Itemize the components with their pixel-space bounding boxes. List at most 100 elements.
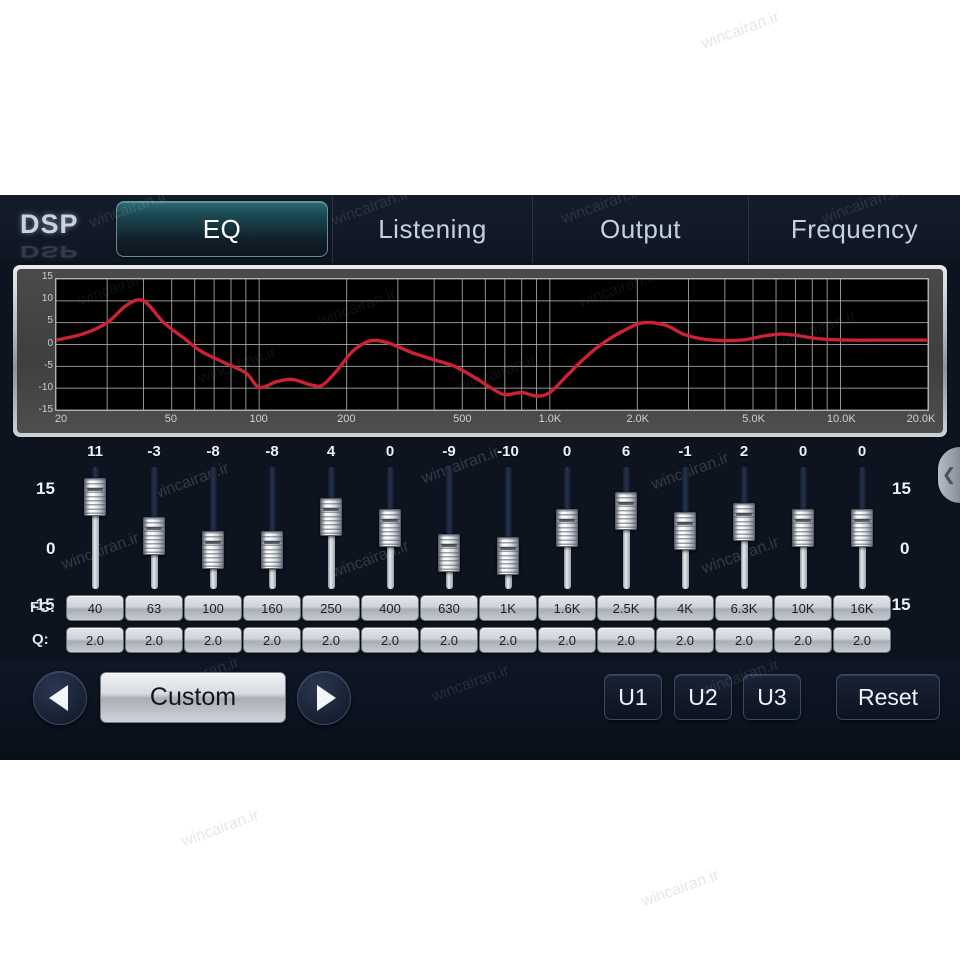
slider-thumb[interactable] xyxy=(792,509,814,547)
q-cell[interactable]: 2.0 xyxy=(597,627,655,653)
bottom-toolbar: Custom U1 U2 U3 Reset wincairan.ir winca… xyxy=(0,654,960,760)
q-cell[interactable]: 2.0 xyxy=(243,627,301,653)
user-preset-u2-button[interactable]: U2 xyxy=(674,674,732,720)
q-row: Q: 2.0 2.0 2.0 2.0 2.0 2.0 2.0 2.0 2.0 2.0 2.0 2.0 2… xyxy=(0,627,960,655)
q-cell[interactable]: 2.0 xyxy=(656,627,714,653)
user-preset-u2-label: U2 xyxy=(688,683,718,710)
scale-label-mid-right: 0 xyxy=(900,539,910,558)
slider-thumb[interactable] xyxy=(84,478,106,517)
graph-plot-area[interactable] xyxy=(55,278,929,411)
slider-thumb[interactable] xyxy=(143,517,165,556)
scale-label-top-left: 15 xyxy=(36,479,55,498)
fc-cell[interactable]: 160 xyxy=(243,595,301,621)
fc-cell[interactable]: 630 xyxy=(420,595,478,621)
fc-cell[interactable]: 2.5K xyxy=(597,595,655,621)
slider-value-label: 11 xyxy=(87,443,103,460)
preset-next-button[interactable] xyxy=(297,671,351,725)
chevron-left-icon: ❮ xyxy=(941,465,957,484)
graph-x-tick: 1.0K xyxy=(538,413,562,425)
fc-row-label: FC: xyxy=(30,599,55,616)
q-cell[interactable]: 2.0 xyxy=(538,627,596,653)
eq-slider-1k[interactable] xyxy=(493,467,523,589)
dsp-logo-text: DSP xyxy=(20,209,79,239)
slider-value-label: -3 xyxy=(147,443,161,460)
fc-cell[interactable]: 63 xyxy=(125,595,183,621)
graph-inner: 15 10 5 0 -5 -10 -15 20 50 100 200 500 1.0K 2.0K 5.0K… xyxy=(17,269,943,433)
preset-prev-button[interactable] xyxy=(33,671,87,725)
slider-thumb[interactable] xyxy=(497,537,519,575)
fc-cell[interactable]: 6.3K xyxy=(715,595,773,621)
slider-thumb[interactable] xyxy=(261,531,283,570)
user-preset-u1-button[interactable]: U1 xyxy=(604,674,662,720)
fc-cell[interactable]: 400 xyxy=(361,595,419,621)
tab-frequency-label: Frequency xyxy=(790,213,919,244)
fc-cell[interactable]: 1.6K xyxy=(538,595,596,621)
eq-slider-16k[interactable] xyxy=(847,467,877,589)
fc-cell[interactable]: 1K xyxy=(479,595,537,621)
eq-slider-160[interactable] xyxy=(257,467,287,589)
eq-slider-630[interactable] xyxy=(434,467,464,589)
eq-slider-bank: 15 0 -15 15 0 -15 wincairan.ir wincairan… xyxy=(0,443,960,614)
tab-eq[interactable]: EQ xyxy=(116,201,328,257)
slider-value-label: 6 xyxy=(621,443,631,460)
slider-thumb[interactable] xyxy=(851,509,873,547)
q-cell[interactable]: 2.0 xyxy=(715,627,773,653)
slider-thumb[interactable] xyxy=(556,509,578,547)
eq-slider-40[interactable] xyxy=(80,467,110,589)
eq-slider-63[interactable] xyxy=(139,467,169,589)
fc-cell[interactable]: 16K xyxy=(833,595,891,621)
fc-cell[interactable]: 10K xyxy=(774,595,832,621)
dsp-logo: DSP DSP xyxy=(20,209,116,261)
eq-slider-1.6k[interactable] xyxy=(552,467,582,589)
q-cell[interactable]: 2.0 xyxy=(420,627,478,653)
slider-value-label: -8 xyxy=(206,443,220,460)
slider-thumb[interactable] xyxy=(320,497,342,536)
q-cell[interactable]: 2.0 xyxy=(774,627,832,653)
eq-slider-10k[interactable] xyxy=(788,467,818,589)
slider-thumb[interactable] xyxy=(202,531,224,570)
graph-x-tick: 2.0K xyxy=(626,413,649,425)
reset-button[interactable]: Reset xyxy=(836,674,940,720)
q-cell[interactable]: 2.0 xyxy=(302,627,360,653)
eq-response-graph: 15 10 5 0 -5 -10 -15 20 50 100 200 500 1.0K 2.0K 5.0K… xyxy=(13,265,947,437)
tab-output[interactable]: Output xyxy=(532,195,748,263)
fc-cell[interactable]: 40 xyxy=(66,595,124,621)
fc-cell[interactable]: 250 xyxy=(302,595,360,621)
graph-x-tick: 20.0K xyxy=(906,413,936,425)
eq-slider-6.3k[interactable] xyxy=(729,467,759,589)
slider-thumb[interactable] xyxy=(733,503,755,542)
slider-thumb[interactable] xyxy=(674,511,696,550)
q-cell[interactable]: 2.0 xyxy=(361,627,419,653)
slider-value-label: -9 xyxy=(442,443,456,460)
graph-y-tick: -10 xyxy=(38,381,53,393)
scale-label-mid-left: 0 xyxy=(46,539,56,558)
q-cell[interactable]: 2.0 xyxy=(184,627,242,653)
eq-slider-250[interactable] xyxy=(316,467,346,589)
q-cell[interactable]: 2.0 xyxy=(479,627,537,653)
q-cell[interactable]: 2.0 xyxy=(66,627,124,653)
eq-slider-4k[interactable] xyxy=(670,467,700,589)
tab-frequency[interactable]: Frequency xyxy=(748,195,960,263)
preset-name-button[interactable]: Custom xyxy=(100,672,286,723)
eq-slider-400[interactable] xyxy=(375,467,405,589)
slider-value-label: 4 xyxy=(326,443,336,460)
watermark: wincairan.ir xyxy=(699,8,782,53)
q-cell[interactable]: 2.0 xyxy=(833,627,891,653)
fc-cell[interactable]: 100 xyxy=(184,595,242,621)
user-preset-u3-button[interactable]: U3 xyxy=(743,674,801,720)
graph-x-tick: 100 xyxy=(249,413,268,425)
slider-thumb[interactable] xyxy=(438,534,460,573)
tab-output-label: Output xyxy=(599,213,682,244)
tab-listening[interactable]: Listening xyxy=(332,195,532,263)
user-preset-u1-label: U1 xyxy=(618,683,648,710)
slider-thumb[interactable] xyxy=(615,492,637,531)
tab-bar: DSP DSP EQ Listening Output Frequency wi… xyxy=(0,195,960,263)
eq-slider-2.5k[interactable] xyxy=(611,467,641,589)
fc-cell[interactable]: 4K xyxy=(656,595,714,621)
slider-value-label: -1 xyxy=(678,443,692,460)
eq-slider-100[interactable] xyxy=(198,467,228,589)
q-cell[interactable]: 2.0 xyxy=(125,627,183,653)
watermark: wincairan.ir xyxy=(429,661,512,706)
slider-thumb[interactable] xyxy=(379,509,401,547)
eq-curve-svg xyxy=(56,279,928,410)
